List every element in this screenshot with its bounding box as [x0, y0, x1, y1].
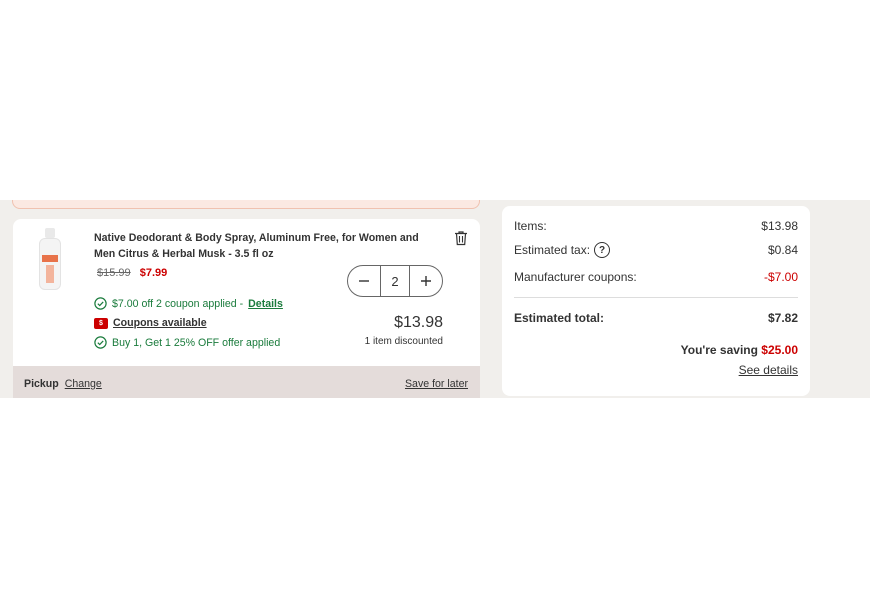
see-details-link[interactable]: See details: [739, 363, 798, 377]
original-price: $15.99: [97, 267, 131, 279]
coupon-tag-icon: $: [94, 317, 108, 329]
total-value: $7.82: [767, 311, 798, 325]
check-circle-icon: [94, 336, 107, 349]
cart-item-card: Native Deodorant & Body Spray, Aluminum …: [13, 219, 480, 398]
decrease-quantity-button[interactable]: [348, 266, 380, 296]
coupons-available-line: $ Coupons available: [94, 317, 207, 329]
quantity-value[interactable]: 2: [380, 266, 410, 296]
bottle-label-stripe: [46, 265, 54, 283]
saving-value: $25.00: [761, 343, 798, 357]
summary-divider: [514, 297, 798, 298]
bottle-label-band: [42, 255, 58, 262]
coupons-label: Manufacturer coupons:: [514, 270, 637, 284]
minus-icon: [359, 280, 369, 282]
summary-coupons-row: Manufacturer coupons: -$7.00: [514, 270, 798, 284]
tax-label-group: Estimated tax: ?: [514, 242, 611, 258]
tax-value: $0.84: [767, 243, 798, 257]
offer-applied-text: Buy 1, Get 1 25% OFF offer applied: [112, 336, 281, 349]
sale-price: $7.99: [139, 267, 168, 279]
cart-page-band: Native Deodorant & Body Spray, Aluminum …: [0, 200, 870, 398]
product-image[interactable]: [37, 228, 63, 290]
alert-banner-edge: [12, 200, 480, 209]
coupons-value: -$7.00: [763, 270, 798, 284]
help-icon[interactable]: ?: [594, 242, 611, 258]
change-fulfillment-link[interactable]: Change: [65, 378, 102, 390]
fulfillment-bar: Pickup Change Save for later: [13, 366, 480, 398]
coupons-available-link[interactable]: Coupons available: [113, 317, 207, 329]
total-label: Estimated total:: [514, 311, 605, 325]
coupon-applied-line: $7.00 off 2 coupon applied - Details: [94, 297, 283, 310]
summary-tax-row: Estimated tax: ? $0.84: [514, 242, 798, 258]
order-summary-card: Items: $13.98 Estimated tax: ? $0.84 Man…: [502, 206, 810, 396]
price-row: $15.99 $7.99: [97, 267, 167, 279]
plus-icon: [421, 276, 431, 286]
tax-label: Estimated tax:: [514, 243, 591, 257]
bottle-body-shape: [39, 238, 61, 290]
line-total: $13.98: [394, 314, 443, 331]
increase-quantity-button[interactable]: [410, 266, 442, 296]
bottle-cap-shape: [45, 228, 55, 238]
discount-note: 1 item discounted: [364, 336, 443, 347]
items-label: Items:: [514, 219, 547, 233]
coupon-details-link[interactable]: Details: [248, 298, 283, 310]
offer-applied-line: Buy 1, Get 1 25% OFF offer applied: [94, 336, 280, 349]
items-value: $13.98: [761, 219, 798, 233]
coupon-applied-text: $7.00 off 2 coupon applied -: [112, 297, 244, 310]
saving-label: You're saving: [680, 343, 758, 357]
product-title[interactable]: Native Deodorant & Body Spray, Aluminum …: [94, 230, 439, 262]
quantity-stepper: 2: [347, 265, 443, 297]
summary-total-row: Estimated total: $7.82: [514, 311, 798, 325]
pickup-label: Pickup: [24, 378, 59, 390]
check-circle-icon: [94, 297, 107, 310]
pickup-option: Pickup Change: [24, 378, 102, 390]
savings-line: You're saving $25.00: [681, 343, 798, 357]
summary-items-row: Items: $13.98: [514, 219, 798, 233]
save-for-later-link[interactable]: Save for later: [405, 378, 468, 390]
trash-icon[interactable]: [454, 230, 468, 246]
